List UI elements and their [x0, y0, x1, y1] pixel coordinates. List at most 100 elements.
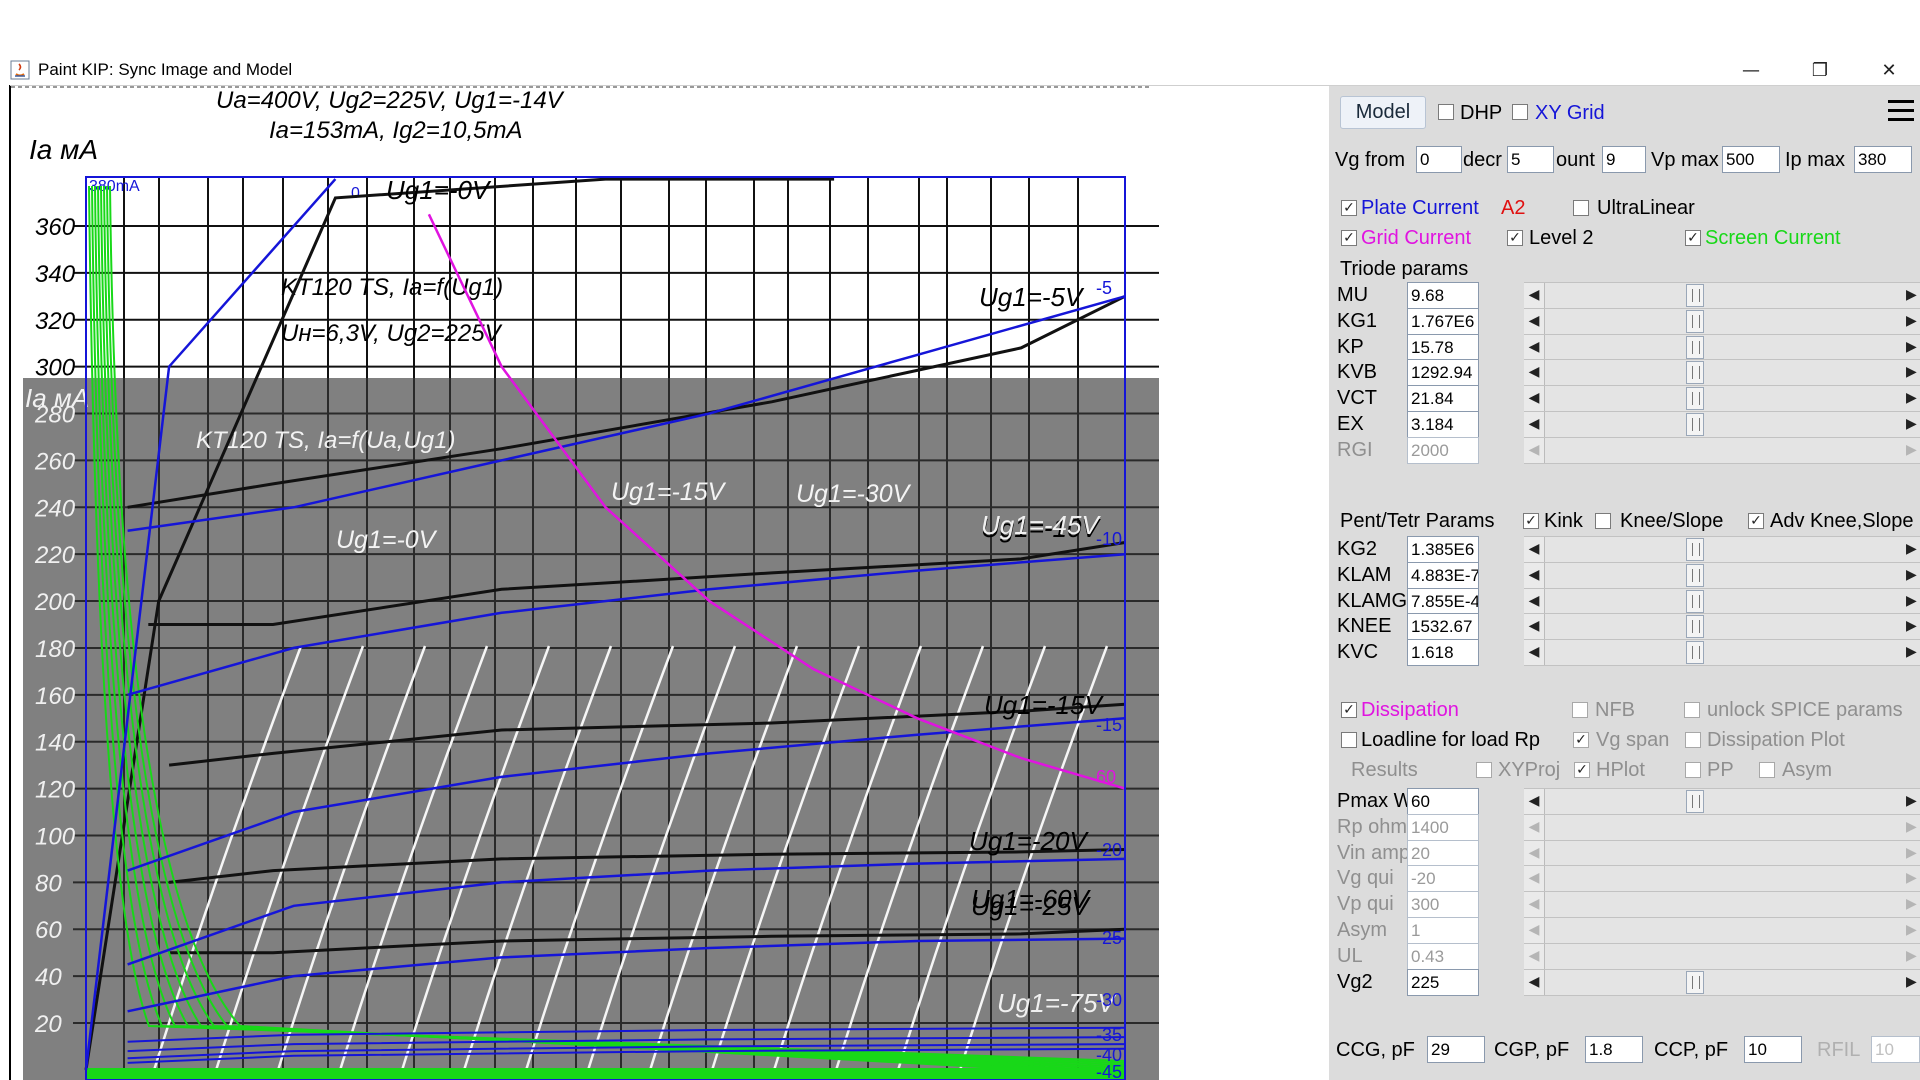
param-value-field[interactable]: 21.84 — [1407, 385, 1479, 413]
slider-right-arrow-icon[interactable]: ▶ — [1906, 944, 1920, 969]
slider-right-arrow-icon[interactable]: ▶ — [1906, 918, 1920, 943]
slider-right-arrow-icon[interactable]: ▶ — [1906, 866, 1920, 891]
param-slider[interactable]: ◀ ▶ — [1524, 613, 1920, 641]
slider-left-arrow-icon[interactable]: ◀ — [1524, 386, 1545, 412]
slider-right-arrow-icon[interactable]: ▶ — [1906, 563, 1920, 588]
ccp-field[interactable]: 10 — [1744, 1036, 1802, 1063]
param-value-field[interactable]: 1.385E6 — [1407, 536, 1479, 563]
menu-icon[interactable] — [1888, 100, 1914, 124]
grid-current-checkbox[interactable]: ✓ — [1341, 230, 1357, 246]
slider-left-arrow-icon[interactable]: ◀ — [1524, 943, 1545, 969]
param-slider[interactable]: ◀ ▶ — [1524, 788, 1920, 815]
param-slider[interactable]: ◀ ▶ — [1524, 536, 1920, 563]
vpmax-field[interactable]: 500 — [1722, 146, 1780, 173]
slider-left-arrow-icon[interactable]: ◀ — [1524, 588, 1545, 614]
plate-current-checkbox[interactable]: ✓ — [1341, 200, 1357, 216]
param-slider[interactable]: ◀ ▶ — [1524, 839, 1920, 867]
param-value-field[interactable]: 2000 — [1407, 436, 1479, 464]
param-value-field[interactable]: 15.78 — [1407, 333, 1479, 361]
slider-thumb[interactable] — [1686, 970, 1704, 994]
slider-right-arrow-icon[interactable]: ▶ — [1906, 589, 1920, 614]
adv-knee-checkbox[interactable]: ✓ — [1748, 513, 1764, 529]
slider-thumb[interactable] — [1686, 413, 1704, 436]
slider-left-arrow-icon[interactable]: ◀ — [1524, 969, 1545, 995]
slider-left-arrow-icon[interactable]: ◀ — [1524, 840, 1545, 866]
vg-span-checkbox[interactable]: ✓ — [1573, 732, 1589, 748]
slider-left-arrow-icon[interactable]: ◀ — [1524, 918, 1545, 943]
slider-thumb[interactable] — [1686, 387, 1704, 411]
param-value-field[interactable]: 9.68 — [1407, 282, 1479, 309]
dissipation-plot-checkbox[interactable] — [1685, 732, 1701, 748]
slider-right-arrow-icon[interactable]: ▶ — [1906, 841, 1920, 866]
dhp-checkbox[interactable] — [1438, 104, 1454, 120]
slider-left-arrow-icon[interactable]: ◀ — [1524, 640, 1545, 666]
param-slider[interactable]: ◀ ▶ — [1524, 587, 1920, 615]
slider-left-arrow-icon[interactable]: ◀ — [1524, 789, 1545, 814]
slider-left-arrow-icon[interactable]: ◀ — [1524, 562, 1545, 588]
param-value-field[interactable]: 20 — [1407, 839, 1479, 867]
slider-left-arrow-icon[interactable]: ◀ — [1524, 537, 1545, 562]
xygrid-checkbox[interactable] — [1512, 104, 1528, 120]
model-button[interactable]: Model — [1340, 96, 1426, 129]
slider-right-arrow-icon[interactable]: ▶ — [1906, 892, 1920, 917]
param-value-field[interactable]: 1292.94 — [1407, 359, 1479, 387]
slider-right-arrow-icon[interactable]: ▶ — [1906, 335, 1920, 360]
count-field[interactable]: 9 — [1602, 146, 1646, 173]
slider-left-arrow-icon[interactable]: ◀ — [1524, 412, 1545, 437]
loadline-checkbox[interactable] — [1341, 732, 1357, 748]
param-value-field[interactable]: 60 — [1407, 788, 1479, 815]
slider-left-arrow-icon[interactable]: ◀ — [1524, 308, 1545, 334]
slider-thumb[interactable] — [1686, 641, 1704, 665]
param-value-field[interactable]: -20 — [1407, 865, 1479, 893]
slider-thumb[interactable] — [1686, 790, 1704, 813]
cgp-field[interactable]: 1.8 — [1585, 1036, 1643, 1063]
asym-checkbox[interactable] — [1759, 762, 1775, 778]
slider-thumb[interactable] — [1686, 335, 1704, 359]
slider-right-arrow-icon[interactable]: ▶ — [1906, 309, 1920, 334]
hplot-checkbox[interactable]: ✓ — [1574, 762, 1590, 778]
slider-thumb[interactable] — [1686, 309, 1704, 333]
param-value-field[interactable]: 1.618 — [1407, 639, 1479, 667]
slider-right-arrow-icon[interactable]: ▶ — [1906, 283, 1920, 308]
restore-button[interactable]: ❐ — [1797, 55, 1843, 85]
param-slider[interactable]: ◀ ▶ — [1524, 307, 1920, 335]
param-slider[interactable]: ◀ ▶ — [1524, 891, 1920, 919]
slider-right-arrow-icon[interactable]: ▶ — [1906, 815, 1920, 840]
param-slider[interactable]: ◀ ▶ — [1524, 865, 1920, 893]
slider-right-arrow-icon[interactable]: ▶ — [1906, 360, 1920, 385]
ipmax-field[interactable]: 380 — [1854, 146, 1912, 173]
slider-right-arrow-icon[interactable]: ▶ — [1906, 970, 1920, 995]
param-value-field[interactable]: 4.883E-7 — [1407, 561, 1479, 589]
level2-checkbox[interactable]: ✓ — [1507, 230, 1523, 246]
param-slider[interactable]: ◀ ▶ — [1524, 813, 1920, 841]
param-slider[interactable]: ◀ ▶ — [1524, 917, 1920, 944]
slider-right-arrow-icon[interactable]: ▶ — [1906, 412, 1920, 437]
vg-from-field[interactable]: 0 — [1416, 146, 1462, 173]
slider-thumb[interactable] — [1686, 615, 1704, 639]
slider-right-arrow-icon[interactable]: ▶ — [1906, 614, 1920, 639]
slider-left-arrow-icon[interactable]: ◀ — [1524, 866, 1545, 892]
unlock-spice-checkbox[interactable] — [1684, 702, 1700, 718]
param-slider[interactable]: ◀ ▶ — [1524, 385, 1920, 413]
ccg-field[interactable]: 29 — [1427, 1036, 1485, 1063]
param-slider[interactable]: ◀ ▶ — [1524, 411, 1920, 438]
nfb-checkbox[interactable] — [1572, 702, 1588, 718]
close-button[interactable]: ✕ — [1866, 55, 1912, 85]
param-slider[interactable]: ◀ ▶ — [1524, 968, 1920, 996]
pp-checkbox[interactable] — [1685, 762, 1701, 778]
param-slider[interactable]: ◀ ▶ — [1524, 561, 1920, 589]
slider-thumb[interactable] — [1686, 361, 1704, 385]
slider-left-arrow-icon[interactable]: ◀ — [1524, 283, 1545, 308]
rfil-field[interactable]: 10 — [1871, 1036, 1920, 1063]
slider-left-arrow-icon[interactable]: ◀ — [1524, 437, 1545, 463]
slider-left-arrow-icon[interactable]: ◀ — [1524, 360, 1545, 386]
slider-left-arrow-icon[interactable]: ◀ — [1524, 614, 1545, 640]
slider-thumb[interactable] — [1686, 589, 1704, 613]
param-value-field[interactable]: 300 — [1407, 891, 1479, 919]
param-value-field[interactable]: 3.184 — [1407, 411, 1479, 438]
param-value-field[interactable]: 1400 — [1407, 813, 1479, 841]
slider-thumb[interactable] — [1686, 538, 1704, 561]
kink-checkbox[interactable]: ✓ — [1523, 513, 1539, 529]
param-value-field[interactable]: 1532.67 — [1407, 613, 1479, 641]
screen-current-checkbox[interactable]: ✓ — [1685, 230, 1701, 246]
